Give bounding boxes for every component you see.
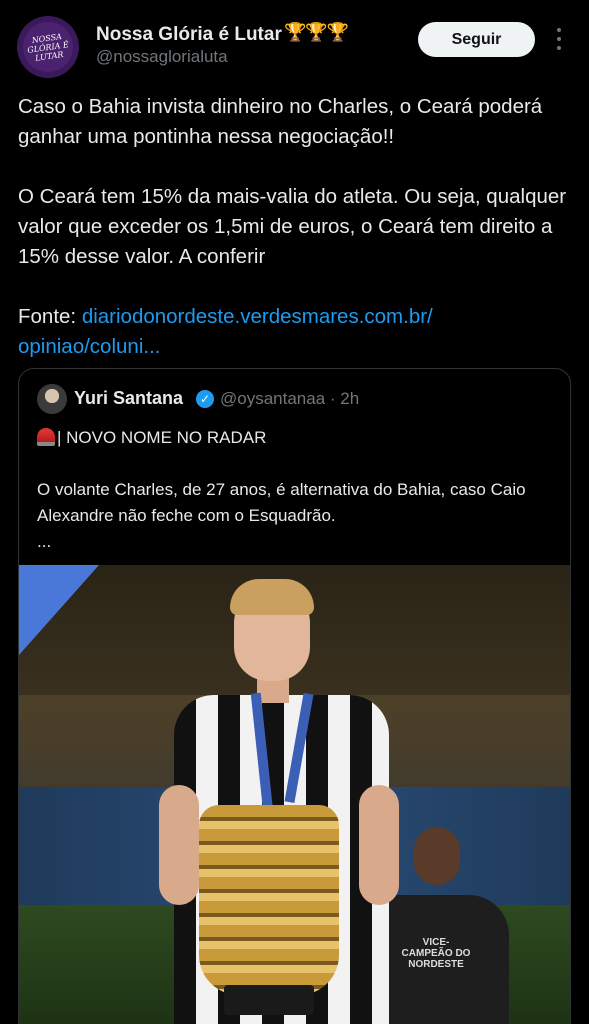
blue-flag	[19, 565, 99, 655]
player-arm-right	[359, 785, 399, 905]
trophy-emoji-icons: 🏆🏆🏆	[284, 22, 349, 42]
follow-button[interactable]: Seguir	[418, 22, 535, 57]
tweet-source: Fonte: diariodonordeste.verdesmares.com.…	[18, 302, 578, 362]
tweet-text: Caso o Bahia invista dinheiro no Charles…	[18, 92, 578, 362]
quote-headline-row: | NOVO NOME NO RADAR	[37, 425, 567, 451]
quote-body: O volante Charles, de 27 anos, é alterna…	[37, 480, 526, 525]
trophy-cup	[199, 805, 339, 995]
siren-emoji-icon	[37, 428, 55, 446]
author-avatar[interactable]: NOSSA GLÓRIA É LUTAR	[17, 16, 79, 78]
verified-badge-icon: ✓	[196, 390, 214, 408]
author-handle[interactable]: @nossaglorialuta	[96, 47, 228, 67]
trophy-base	[224, 985, 314, 1015]
source-label: Fonte:	[18, 305, 82, 328]
quote-ellipsis: ...	[37, 532, 52, 551]
avatar-logo: NOSSA GLÓRIA É LUTAR	[19, 18, 77, 76]
quote-photo[interactable]: VICE-CAMPEÃO DO NORDESTE	[19, 565, 570, 1024]
author-name[interactable]: Nossa Glória é Lutar	[96, 24, 282, 46]
ellipsis-vertical-icon[interactable]	[553, 28, 565, 50]
quoted-tweet[interactable]: Yuri Santana ✓ @oysantanaa · 2h | NOVO N…	[18, 368, 571, 1024]
quote-author-name[interactable]: Yuri Santana	[74, 388, 183, 409]
tweet: NOSSA GLÓRIA É LUTAR Nossa Glória é Luta…	[0, 0, 589, 1024]
avatar-logo-text: NOSSA GLÓRIA É LUTAR	[26, 31, 70, 63]
quote-headline: | NOVO NOME NO RADAR	[57, 428, 267, 447]
player-arm-left	[159, 785, 199, 905]
shirt-text: VICE-CAMPEÃO DO NORDESTE	[401, 937, 471, 970]
quote-handle-time: @oysantanaa · 2h	[220, 389, 360, 408]
tweet-paragraph-1: Caso o Bahia invista dinheiro no Charles…	[18, 95, 543, 148]
quote-author-avatar[interactable]	[37, 384, 67, 414]
quote-text: | NOVO NOME NO RADAR O volante Charles, …	[37, 425, 567, 555]
tweet-paragraph-2: O Ceará tem 15% da mais-valia do atleta.…	[18, 185, 567, 268]
player-hair	[230, 579, 314, 615]
